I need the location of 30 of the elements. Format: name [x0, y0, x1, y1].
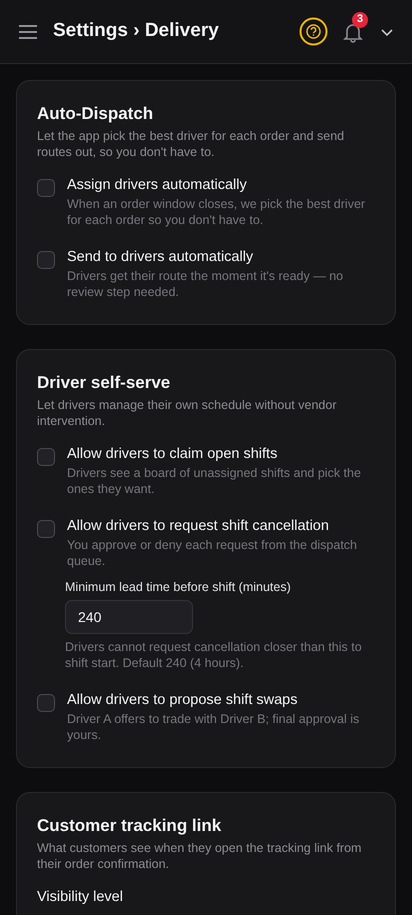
- checkbox[interactable]: [37, 448, 55, 466]
- option-hint: Driver A offers to trade with Driver B; final approval is yours.: [67, 711, 360, 743]
- checkbox[interactable]: [37, 694, 55, 712]
- section-description: Let the app pick the best driver for each order and send routes out, so you don't have to.: [37, 128, 346, 160]
- menu-icon[interactable]: [18, 24, 38, 40]
- checkbox[interactable]: [37, 179, 55, 197]
- field-label: Visibility level: [37, 888, 124, 907]
- section-description: What customers see when they open the tracking link from their order confirmation.: [37, 840, 362, 872]
- field-hint: Drivers cannot request cancellation closer than this to shift start. Default 240 (4 hours).: [65, 639, 363, 671]
- section-title: Driver self-serve: [37, 372, 172, 394]
- checkbox[interactable]: [37, 251, 55, 269]
- field-label: Minimum lead time before shift (minutes): [65, 579, 292, 595]
- notification-badge: 3: [352, 12, 368, 28]
- option-label: Allow drivers to request shift cancellation: [67, 517, 330, 536]
- option-label: Send to drivers automatically: [67, 248, 254, 267]
- page-title: Settings › Delivery: [53, 19, 219, 44]
- option-hint: Drivers get their route the moment it's ready — no review step needed.: [67, 268, 344, 300]
- option-hint: You approve or deny each request from the dispatch queue.: [67, 537, 358, 569]
- section-description: Let drivers manage their own schedule without vendor intervention.: [37, 397, 338, 429]
- option-label: Allow drivers to propose shift swaps: [67, 691, 298, 710]
- help-icon[interactable]: [299, 17, 328, 46]
- checkbox[interactable]: [37, 520, 55, 538]
- option-hint: Drivers see a board of unassigned shifts and pick the ones they want.: [67, 465, 362, 497]
- chevron-down-icon[interactable]: [380, 26, 394, 36]
- option-label: Allow drivers to claim open shifts: [67, 445, 278, 464]
- number-field[interactable]: 240: [65, 600, 193, 634]
- option-label: Assign drivers automatically: [67, 176, 248, 195]
- section-title: Auto-Dispatch: [37, 103, 154, 125]
- option-hint: When an order window closes, we pick the best driver for each order so you don't have to.: [67, 196, 366, 228]
- section-title: Customer tracking link: [37, 815, 222, 837]
